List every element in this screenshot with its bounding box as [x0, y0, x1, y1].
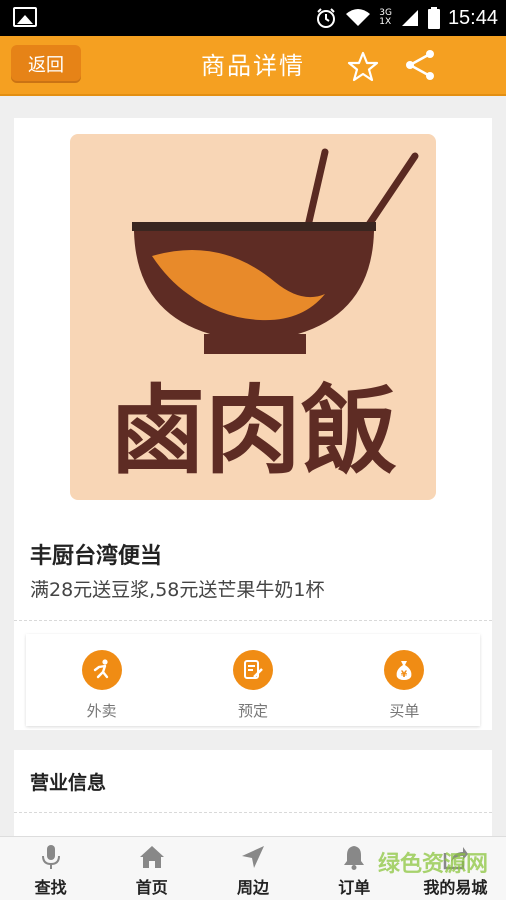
takeout-label: 外卖 — [86, 702, 117, 720]
nav-home[interactable]: 首页 — [101, 837, 202, 900]
nav-home-label: 首页 — [135, 878, 168, 897]
network-type-label: 3G 1X — [379, 8, 392, 27]
product-card: 鹵肉飯 丰厨台湾便当 满28元送豆浆,58元送芒果牛奶1杯 外卖 预定 ¥ 买单 — [14, 118, 492, 730]
share-icon[interactable] — [403, 48, 437, 82]
nav-orders-label: 订单 — [338, 878, 371, 897]
bell-icon — [344, 846, 365, 870]
money-bag-icon: ¥ — [384, 650, 425, 690]
divider — [14, 620, 492, 621]
product-promo: 满28元送豆浆,58元送芒果牛奶1杯 — [30, 579, 325, 601]
status-bar: 3G 1X 15:44 — [0, 0, 506, 36]
rice-bowl-logo: 鹵肉飯 — [109, 148, 419, 487]
reserve-button[interactable]: 预定 — [177, 634, 328, 726]
pay-bill-button[interactable]: ¥ 买单 — [329, 634, 480, 726]
product-image[interactable]: 鹵肉飯 — [70, 134, 436, 500]
nav-search-label: 查找 — [34, 878, 67, 897]
running-person-icon — [81, 650, 122, 690]
product-name: 丰厨台湾便当 — [30, 544, 163, 569]
home-icon — [139, 846, 164, 868]
edit-note-icon — [232, 650, 273, 690]
battery-icon — [427, 7, 440, 29]
status-icons: 3G 1X 15:44 — [315, 0, 498, 36]
wifi-icon — [346, 9, 371, 26]
nav-nearby-label: 周边 — [237, 878, 270, 897]
microphone-icon — [41, 845, 60, 869]
pay-bill-label: 买单 — [389, 702, 420, 720]
takeout-button[interactable]: 外卖 — [26, 634, 177, 726]
business-info-section: 营业信息 — [14, 750, 492, 840]
alarm-icon — [317, 8, 336, 28]
navigation-arrow-icon — [242, 846, 264, 868]
business-info-title: 营业信息 — [30, 772, 107, 794]
svg-text:¥: ¥ — [401, 670, 408, 680]
image-notification-icon — [13, 7, 37, 27]
action-bar: 外卖 预定 ¥ 买单 — [26, 634, 480, 726]
divider — [14, 812, 492, 813]
back-button[interactable]: 返回 — [11, 45, 81, 83]
nav-search[interactable]: 查找 — [0, 837, 101, 900]
clock: 15:44 — [447, 6, 498, 29]
nav-nearby[interactable]: 周边 — [202, 837, 303, 900]
app-header: 商品详情 返回 — [0, 36, 506, 96]
favorite-star-icon[interactable] — [346, 50, 380, 84]
signal-icon — [401, 10, 418, 26]
logo-lettering: 鹵肉飯 — [109, 374, 397, 487]
reserve-label: 预定 — [237, 702, 268, 720]
watermark-logo: 绿色资源网 — [377, 852, 488, 877]
